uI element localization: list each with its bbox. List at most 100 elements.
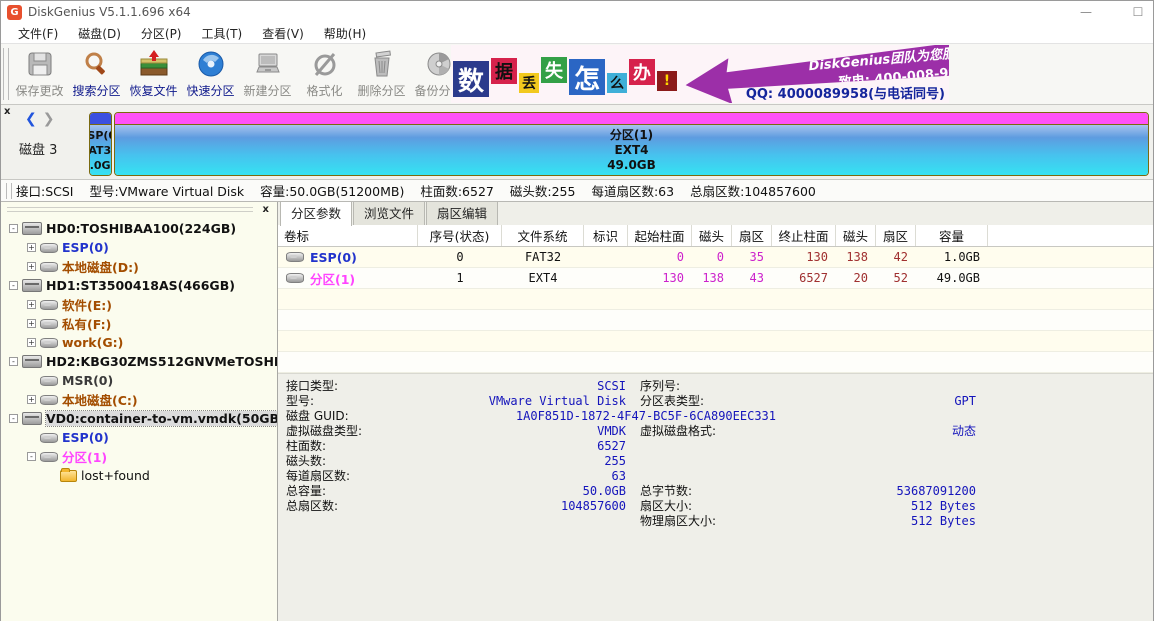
col-index-status[interactable]: 序号(状态) (418, 225, 502, 246)
col-capacity[interactable]: 容量 (916, 225, 988, 246)
tree-item-hd0[interactable]: - HD0:TOSHIBAA100(224GB) (7, 219, 277, 238)
disk-details-section: 接口类型:SCSI序列号: 型号:VMware Virtual Disk分区表类… (278, 373, 1153, 621)
tree-item-vd0-esp[interactable]: ESP(0) (7, 428, 277, 447)
col-tag[interactable]: 标识 (584, 225, 628, 246)
table-row-partition1[interactable]: 分区(1) 1 EXT4 130 138 43 6527 20 52 49.0G… (278, 268, 1153, 289)
detail-value: 512 Bytes (778, 499, 976, 514)
detail-value (436, 514, 626, 529)
menu-tools[interactable]: 工具(T) (193, 23, 252, 44)
disk-model: 型号:VMware Virtual Disk (90, 181, 245, 200)
detail-label: 物理扇区大小: (626, 514, 778, 529)
tree-item-hd1[interactable]: - HD1:ST3500418AS(466GB) (7, 276, 277, 295)
disk-total-sectors: 总扇区数:104857600 (690, 181, 816, 200)
col-start-head[interactable]: 磁头 (692, 225, 732, 246)
delete-partition-button[interactable]: 删除分区 (353, 44, 410, 102)
detail-label: 扇区大小: (626, 499, 778, 514)
partition-block-main[interactable]: 分区(1) EXT4 49.0GB (114, 112, 1149, 176)
app-logo-icon: G (7, 5, 22, 20)
ad-tile: ! (657, 71, 677, 91)
tab-browse-files[interactable]: 浏览文件 (353, 202, 425, 225)
col-end-sector[interactable]: 扇区 (876, 225, 916, 246)
collapse-icon[interactable]: - (9, 357, 18, 366)
expand-icon[interactable]: + (27, 243, 36, 252)
new-partition-button[interactable]: 新建分区 (239, 44, 296, 102)
menu-file[interactable]: 文件(F) (9, 23, 67, 44)
ad-tile: 数 (453, 61, 489, 97)
hdd-icon (22, 222, 42, 235)
partition-strip (90, 113, 111, 125)
menu-help[interactable]: 帮助(H) (315, 23, 375, 44)
partition-icon (40, 338, 58, 348)
tree-item-hd1-private-f[interactable]: + 私有(F:) (7, 314, 277, 333)
detail-value: 50.0GB (436, 484, 626, 499)
partition-icon (40, 300, 58, 310)
collapse-icon[interactable]: - (9, 414, 18, 423)
detail-tabs: 分区参数 浏览文件 扇区编辑 (278, 202, 1153, 225)
infobar-gripper[interactable] (6, 183, 12, 199)
search-partition-button[interactable]: 搜索分区 (68, 44, 125, 102)
partition-icon (40, 243, 58, 253)
delete-partition-icon (366, 48, 398, 80)
tree-item-hd1-software-e[interactable]: + 软件(E:) (7, 295, 277, 314)
partition-block-esp[interactable]: ESP(0) FAT32 1.0GB (89, 112, 112, 176)
collapse-icon[interactable]: - (9, 224, 18, 233)
quick-partition-button[interactable]: 快速分区 (182, 44, 239, 102)
tree-item-hd2-msr[interactable]: MSR(0) (7, 371, 277, 390)
col-start-cylinder[interactable]: 起始柱面 (628, 225, 692, 246)
detail-value: 63 (436, 469, 626, 484)
tree-item-vd0-partition1[interactable]: - 分区(1) (7, 447, 277, 466)
detail-value: VMDK (436, 424, 626, 439)
close-icon[interactable]: x (263, 204, 269, 215)
tree-item-hd0-esp[interactable]: + ESP(0) (7, 238, 277, 257)
tree-item-hd1-work-g[interactable]: + work(G:) (7, 333, 277, 352)
toolbar-gripper[interactable] (3, 48, 9, 100)
detail-label: 分区表类型: (626, 394, 778, 409)
ad-tile: 么 (607, 73, 627, 93)
tree-gripper[interactable] (7, 207, 253, 212)
expand-icon[interactable]: + (27, 262, 36, 271)
disk-overview-panel: x ❮ ❯ 磁盘 3 ESP(0) FAT32 1.0GB 分区(1) EXT4… (1, 105, 1153, 180)
menu-view[interactable]: 查看(V) (253, 23, 313, 44)
prev-disk-arrow-icon[interactable]: ❮ (25, 111, 37, 127)
tree-item-hd2-local-c[interactable]: + 本地磁盘(C:) (7, 390, 277, 409)
maximize-button[interactable]: ☐ (1131, 5, 1145, 19)
expand-icon[interactable]: + (27, 338, 36, 347)
expand-icon[interactable]: + (27, 395, 36, 404)
table-row-esp[interactable]: ESP(0) 0 FAT32 0 0 35 130 138 42 1.0GB (278, 247, 1153, 268)
disk-tree-panel: x - HD0:TOSHIBAA100(224GB) + ESP(0) + 本地… (1, 202, 278, 621)
partition-icon (286, 252, 304, 262)
menu-partition[interactable]: 分区(P) (132, 23, 191, 44)
tab-partition-parameters[interactable]: 分区参数 (280, 202, 352, 226)
tree-item-hd0-local-d[interactable]: + 本地磁盘(D:) (7, 257, 277, 276)
ad-banner[interactable]: 数 据 丢 失 怎 么 办 ! DiskGenius团队为您服务! 致电: 40… (451, 45, 949, 103)
close-icon[interactable]: x (4, 106, 10, 117)
tree-item-lost-found[interactable]: lost+found (7, 466, 277, 485)
col-start-sector[interactable]: 扇区 (732, 225, 772, 246)
expand-icon[interactable]: + (27, 319, 36, 328)
minimize-button[interactable]: — (1079, 5, 1093, 19)
collapse-icon[interactable]: - (9, 281, 18, 290)
collapse-icon[interactable]: - (27, 452, 36, 461)
detail-label: 型号: (286, 394, 436, 409)
tab-sector-edit[interactable]: 扇区编辑 (426, 202, 498, 225)
next-disk-arrow-icon[interactable]: ❯ (43, 111, 55, 127)
tree-item-hd2[interactable]: - HD2:KBG30ZMS512GNVMeTOSHIBA512GB (7, 352, 277, 371)
col-volume-label[interactable]: 卷标 (278, 225, 418, 246)
col-end-head[interactable]: 磁头 (836, 225, 876, 246)
table-row-empty (278, 310, 1153, 331)
ad-tile: 据 (491, 58, 517, 84)
title-bar: G DiskGenius V5.1.1.696 x64 — ☐ (1, 1, 1153, 23)
col-filesystem[interactable]: 文件系统 (502, 225, 584, 246)
col-end-cylinder[interactable]: 终止柱面 (772, 225, 836, 246)
tree-item-vd0[interactable]: - VD0:container-to-vm.vmdk(50GB) (7, 409, 277, 428)
recover-files-button[interactable]: 恢复文件 (125, 44, 182, 102)
detail-label: 磁盘 GUID: (286, 409, 436, 424)
expand-icon[interactable]: + (27, 300, 36, 309)
partition-fs: EXT4 (615, 143, 649, 158)
save-changes-button[interactable]: 保存更改 (11, 44, 68, 102)
delete-partition-label: 删除分区 (357, 82, 405, 99)
partition-table: 卷标 序号(状态) 文件系统 标识 起始柱面 磁头 扇区 终止柱面 磁头 扇区 … (278, 225, 1153, 373)
menu-disk[interactable]: 磁盘(D) (69, 23, 130, 44)
detail-value: VMware Virtual Disk (436, 394, 626, 409)
format-button[interactable]: 格式化 (296, 44, 353, 102)
